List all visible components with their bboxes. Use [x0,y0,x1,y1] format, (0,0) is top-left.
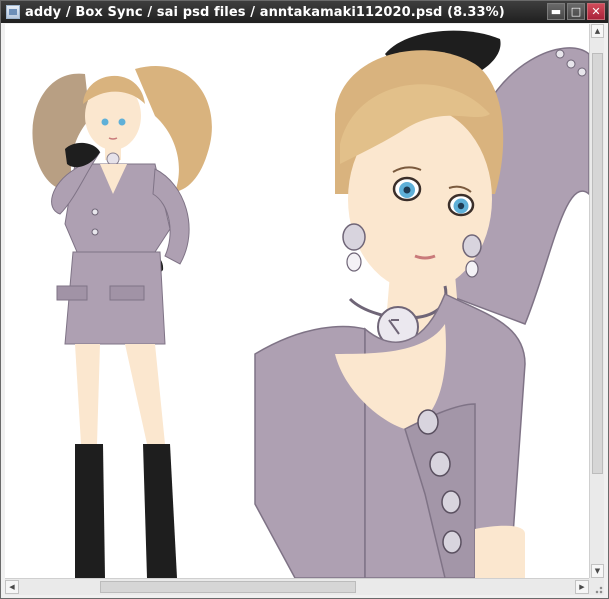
window-title: addy / Box Sync / sai psd files / anntak… [25,4,505,20]
horizontal-scrollbar[interactable]: ◀ ▶ [5,578,589,595]
close-button[interactable]: ✕ [587,3,605,20]
artwork-canvas[interactable] [5,24,589,578]
resize-corner[interactable] [589,578,604,595]
scroll-up-arrow-icon[interactable]: ▲ [591,24,604,38]
vertical-scrollbar[interactable]: ▲ ▼ [589,24,604,578]
scroll-right-arrow-icon[interactable]: ▶ [575,580,589,594]
minimize-button[interactable]: ▬ [547,3,565,20]
maximize-button[interactable]: □ [567,3,585,20]
scroll-left-arrow-icon[interactable]: ◀ [5,580,19,594]
scroll-down-arrow-icon[interactable]: ▼ [591,564,604,578]
horizontal-scroll-thumb[interactable] [100,581,356,593]
vertical-scroll-thumb[interactable] [592,53,603,474]
title-bar[interactable]: addy / Box Sync / sai psd files / anntak… [1,1,608,23]
sai-document-window: addy / Box Sync / sai psd files / anntak… [0,0,609,599]
resize-grip-icon[interactable] [593,584,603,594]
document-window-icon[interactable] [6,5,20,19]
window-controls: ▬ □ ✕ [547,3,605,20]
canvas-viewport[interactable]: ▲ ▼ ◀ ▶ [5,24,604,595]
